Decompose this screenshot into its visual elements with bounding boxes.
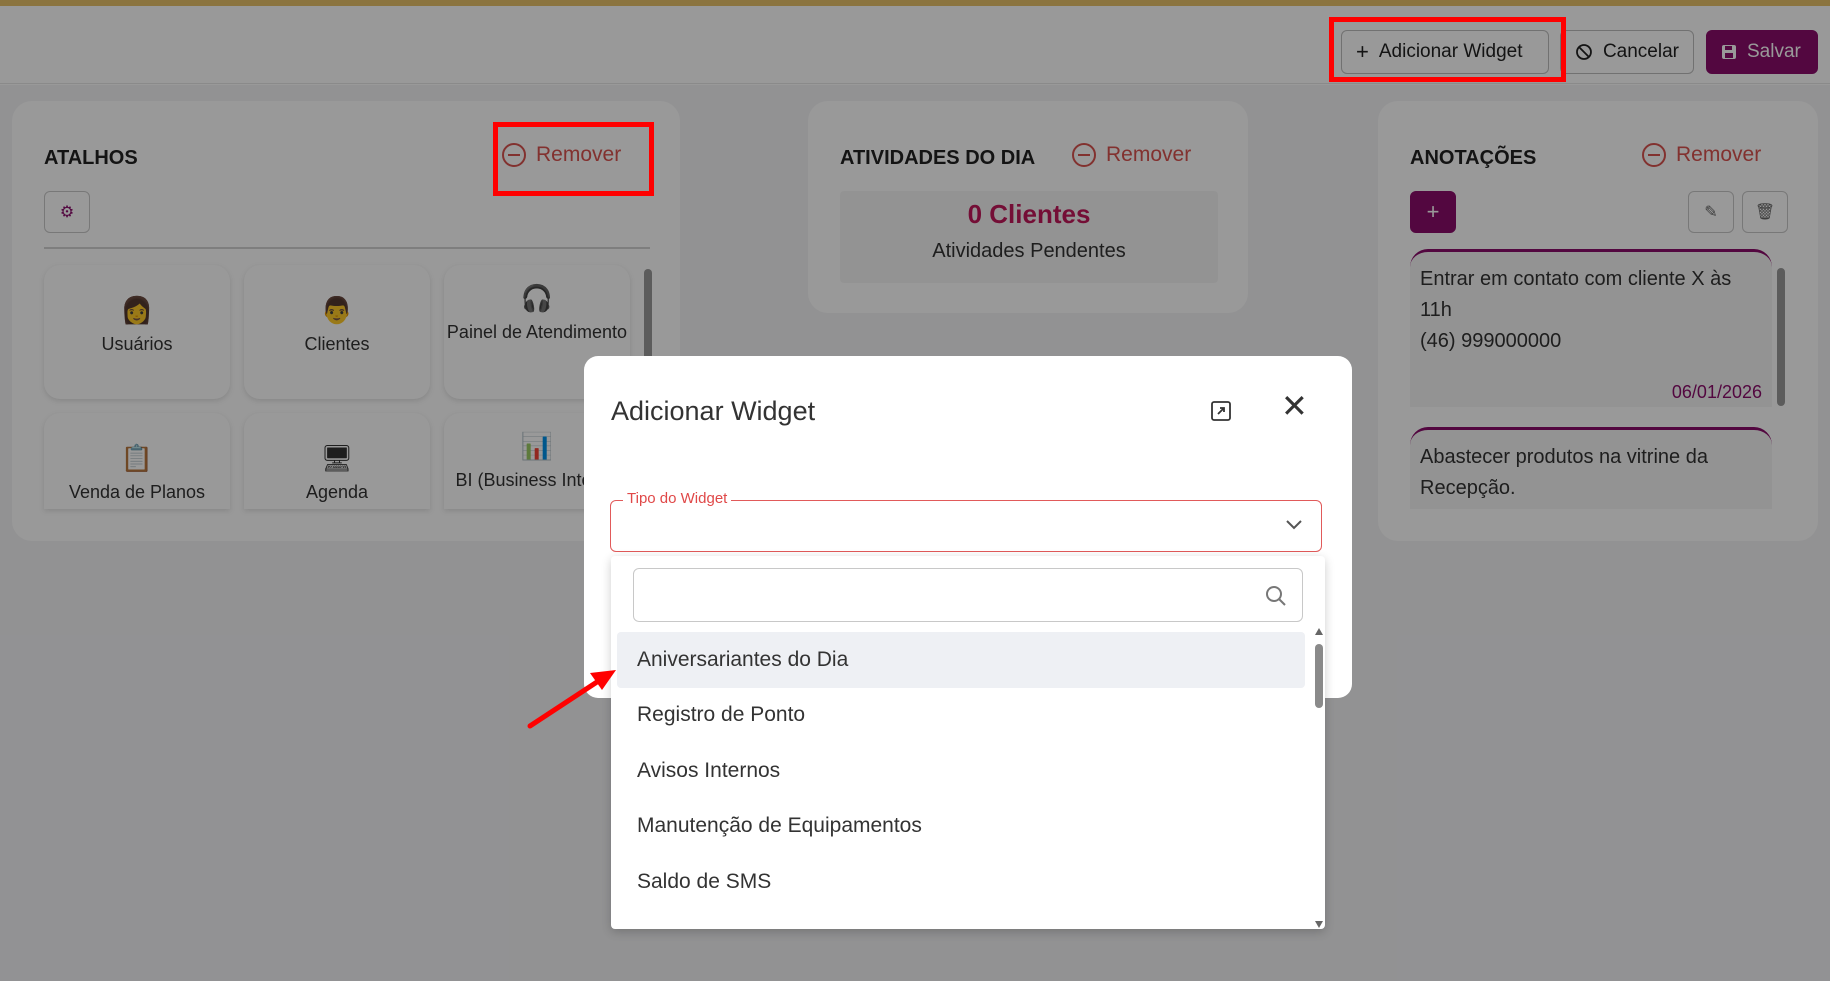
option-registro-ponto[interactable]: Registro de Ponto: [617, 688, 1305, 744]
scroll-up-icon[interactable]: [1315, 628, 1323, 635]
search-icon: [1266, 586, 1286, 606]
dropdown-options: Aniversariantes do Dia Registro de Ponto…: [617, 632, 1305, 910]
option-saldo-sms[interactable]: Saldo de SMS: [617, 854, 1305, 910]
chevron-down-icon: [1286, 520, 1302, 530]
modal-title: Adicionar Widget: [611, 396, 816, 426]
widget-type-select[interactable]: Tipo do Widget: [610, 490, 1322, 552]
close-icon[interactable]: ✕: [1281, 390, 1308, 422]
highlight-remove: [493, 122, 654, 196]
option-aniversariantes[interactable]: Aniversariantes do Dia: [617, 632, 1305, 688]
widget-type-dropdown: Aniversariantes do Dia Registro de Ponto…: [611, 556, 1325, 929]
scroll-thumb[interactable]: [1315, 644, 1323, 708]
highlight-add-widget: [1329, 17, 1566, 82]
expand-icon[interactable]: [1210, 400, 1232, 422]
option-manutencao-equipamentos[interactable]: Manutenção de Equipamentos: [617, 799, 1305, 855]
scroll-down-icon[interactable]: [1315, 921, 1323, 928]
field-label: Tipo do Widget: [623, 490, 732, 507]
dropdown-scrollbar[interactable]: [1313, 628, 1325, 928]
option-avisos-internos[interactable]: Avisos Internos: [617, 743, 1305, 799]
dropdown-search-input[interactable]: [633, 568, 1303, 622]
